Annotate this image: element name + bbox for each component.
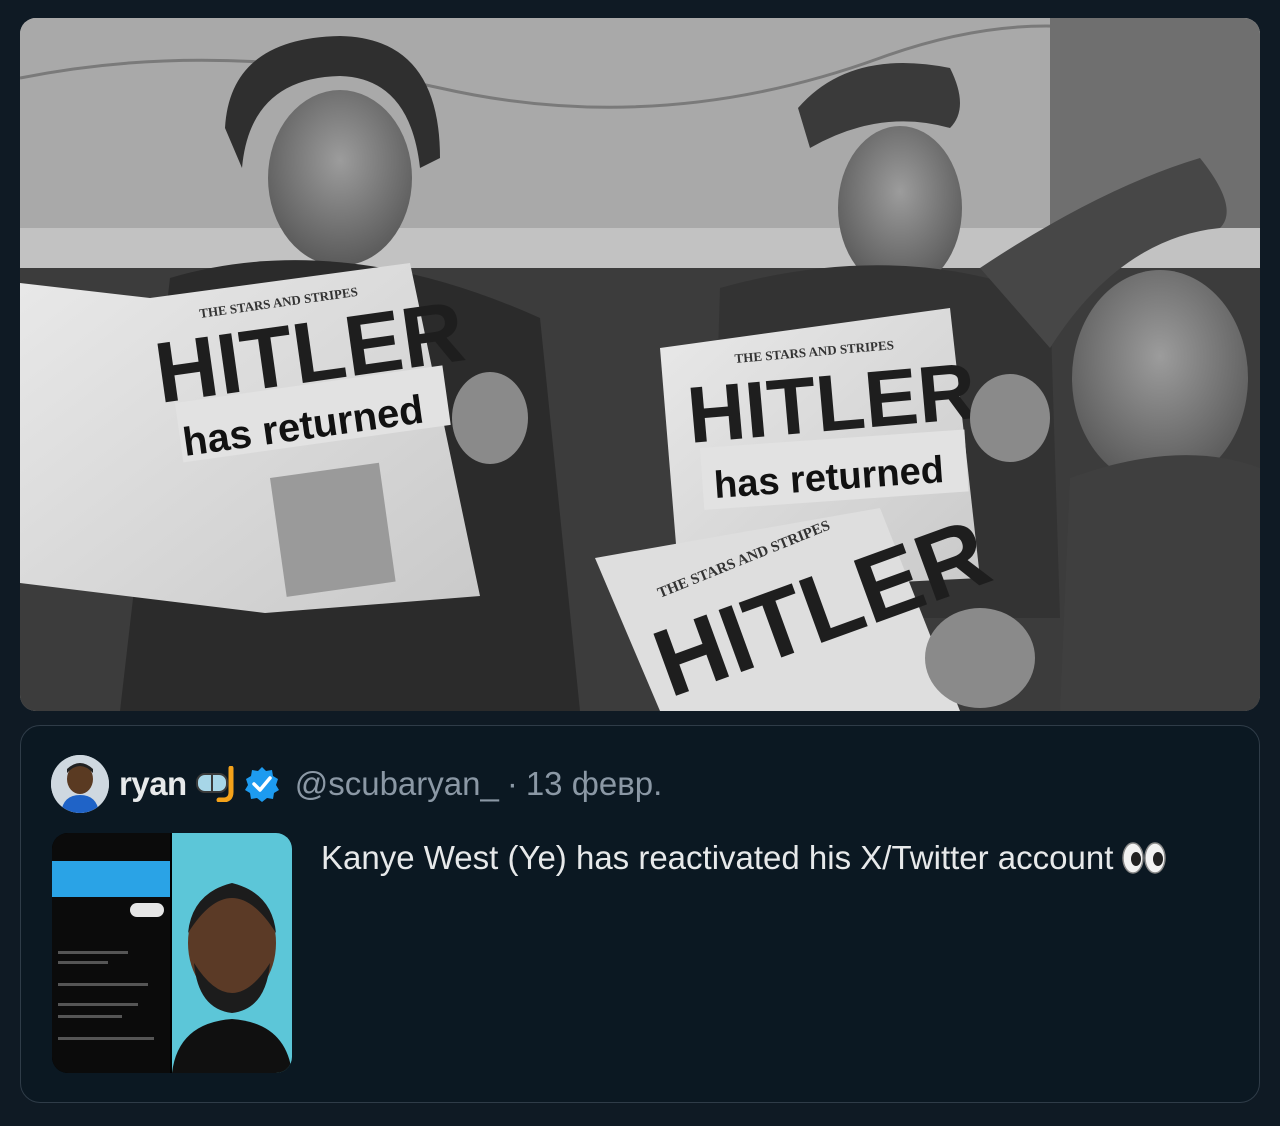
quoted-tweet-card[interactable]: ryan @scubaryan_ · 13 февр. Kanye West (… [20,725,1260,1103]
meta-separator: · [506,765,518,802]
post-screenshot: THE STARS AND STRIPES HITLER has returne… [0,0,1280,1126]
soldiers-newspaper-photo[interactable]: THE STARS AND STRIPES HITLER has returne… [20,18,1260,711]
snorkel-mask-icon [195,766,234,802]
verified-badge-icon [244,767,279,802]
quoted-tweet-header: ryan @scubaryan_ · 13 февр. [51,755,662,813]
quoted-tweet-text: Kanye West (Ye) has reactivated his X/Tw… [321,836,1167,880]
photo-illustration: THE STARS AND STRIPES HITLER has returne… [20,18,1260,711]
left-newspaper: THE STARS AND STRIPES HITLER has returne… [20,263,480,613]
tweet-text-body: Kanye West (Ye) has reactivated his X/Tw… [321,839,1114,876]
thumbnail-image [52,833,292,1073]
tweet-date[interactable]: 13 февр. [526,765,662,803]
quoted-media-thumbnail[interactable] [52,833,292,1073]
author-avatar[interactable] [51,755,109,813]
author-handle[interactable]: @scubaryan_ [295,765,499,803]
avatar-image [51,755,109,813]
eyes-icon [1122,842,1167,874]
author-display-name[interactable]: ryan [119,765,187,803]
